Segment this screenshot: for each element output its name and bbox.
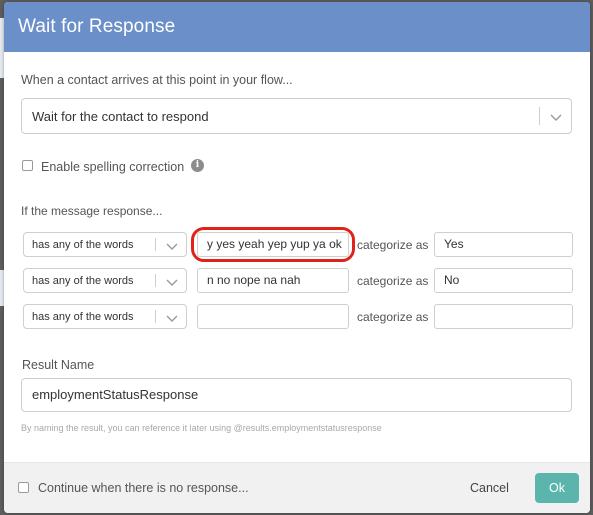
chevron-down-icon	[166, 315, 178, 322]
rule-operator-select[interactable]: has any of the words	[23, 268, 187, 293]
no-response-checkbox[interactable]	[18, 482, 29, 493]
no-response-label: Continue when there is no response...	[38, 481, 249, 495]
rule-operator-value: has any of the words	[32, 239, 134, 251]
select-separator	[155, 274, 156, 287]
rule-operator-value: has any of the words	[32, 311, 134, 323]
categorize-as-label: categorize as	[357, 238, 429, 252]
rule-arguments-input[interactable]: n no nope na nah	[197, 268, 349, 293]
rule-operator-select[interactable]: has any of the words	[23, 232, 187, 257]
rule-category-input[interactable]: No	[434, 268, 573, 293]
rule-category-input[interactable]: Yes	[434, 232, 573, 257]
select-separator	[539, 107, 540, 125]
arrival-label: When a contact arrives at this point in …	[21, 73, 293, 87]
rule-category-input[interactable]	[434, 304, 573, 329]
dialog-footer: Continue when there is no response... Ca…	[4, 462, 590, 513]
result-name-label: Result Name	[22, 358, 95, 372]
arrival-select-value: Wait for the contact to respond	[32, 109, 209, 124]
select-separator	[155, 238, 156, 251]
rule-operator-value: has any of the words	[32, 275, 134, 287]
dialog-header: Wait for Response	[4, 2, 590, 52]
rule-arguments-input[interactable]	[197, 304, 349, 329]
rule-operator-select[interactable]: has any of the words	[23, 304, 187, 329]
spelling-label: Enable spelling correction	[41, 160, 185, 174]
arrival-select[interactable]: Wait for the contact to respond	[21, 98, 572, 134]
wait-for-response-dialog: Wait for Response When a contact arrives…	[4, 2, 590, 513]
ok-button[interactable]: Ok	[535, 473, 579, 503]
info-icon[interactable]: i	[191, 159, 204, 172]
cancel-button[interactable]: Cancel	[470, 481, 509, 495]
dialog-title: Wait for Response	[18, 16, 176, 37]
categorize-as-label: categorize as	[357, 274, 429, 288]
result-help-text: By naming the result, you can reference …	[21, 423, 382, 433]
categorize-as-label: categorize as	[357, 310, 429, 324]
rules-section-label: If the message response...	[21, 204, 163, 218]
select-separator	[155, 310, 156, 323]
chevron-down-icon	[550, 114, 562, 121]
result-name-input[interactable]: employmentStatusResponse	[21, 378, 572, 412]
spelling-checkbox[interactable]	[22, 160, 33, 171]
chevron-down-icon	[166, 243, 178, 250]
chevron-down-icon	[166, 279, 178, 286]
rule-arguments-input[interactable]: y yes yeah yep yup ya ok	[197, 232, 349, 257]
